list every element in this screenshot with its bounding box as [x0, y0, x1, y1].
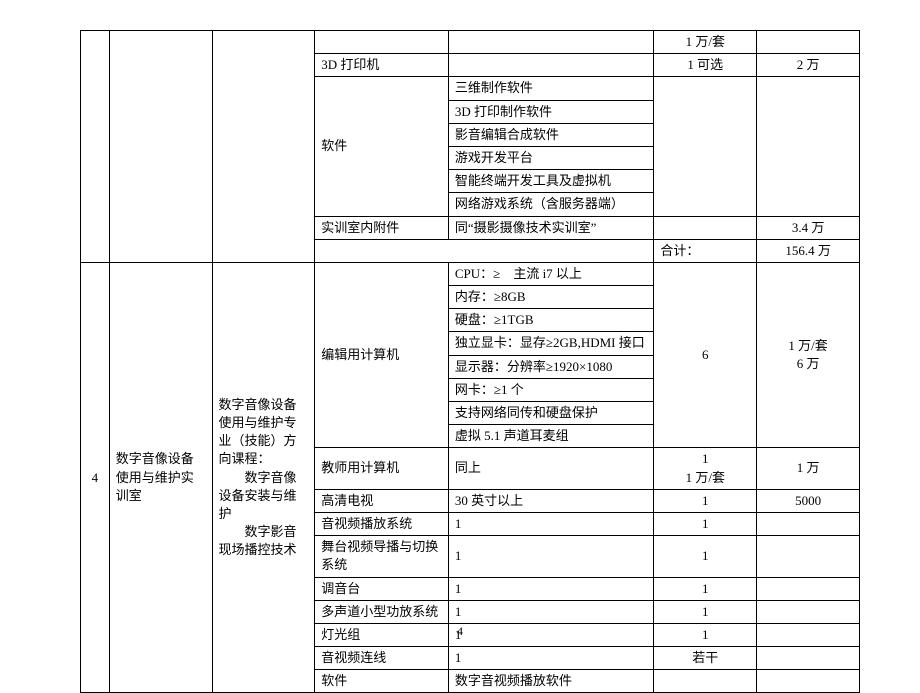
cell-value: 影音编辑合成软件 [448, 123, 654, 146]
cell-value: 1 [448, 647, 654, 670]
edit-pc-label: 编辑用计算机 [315, 262, 449, 448]
cell-value: 舞台视频导播与切换系统 [315, 536, 449, 577]
cell-value: 若干 [654, 647, 757, 670]
cell-value: 1 万/套 6 万 [757, 262, 860, 448]
equipment-table: 1 万/套 3D 打印机 1 可选 2 万 软件 三维制作软件 3D 打印制作软… [80, 30, 860, 693]
cell-value: CPU：≥ 主流 i7 以上 [448, 262, 654, 285]
cell-value: 音视频连线 [315, 647, 449, 670]
cell-value [654, 216, 757, 239]
table-row: 4 数字音像设备使用与维护实训室 数字音像设备使用与维护专业（技能）方向课程： … [81, 262, 860, 285]
cell-value: 5000 [757, 489, 860, 512]
cell-value: 教师用计算机 [315, 448, 449, 489]
cell-value: 2 万 [757, 54, 860, 77]
cell-value: 网卡：≥1 个 [448, 378, 654, 401]
cell-value [448, 54, 654, 77]
cell-value: 独立显卡：显存≥2GB,HDMI 接口 [448, 332, 654, 355]
subtotal-label: 合计： [654, 239, 757, 262]
cell-value [757, 577, 860, 600]
cell-value: 显示器：分辨率≥1920×1080 [448, 355, 654, 378]
cell-value: 1 [448, 600, 654, 623]
software-label: 软件 [315, 77, 449, 216]
cell-value: 数字音视频播放软件 [448, 670, 654, 693]
cell-value: 同“摄影摄像技术实训室” [448, 216, 654, 239]
cell-value [757, 512, 860, 535]
cell-value: 30 英寸以上 [448, 489, 654, 512]
cell-value: 1 万 [757, 448, 860, 489]
cell-value: 1 [448, 536, 654, 577]
cell-value [757, 31, 860, 54]
cell-value: 3D 打印机 [315, 54, 449, 77]
cell-value: 内存：≥8GB [448, 286, 654, 309]
cell-value [757, 536, 860, 577]
cell-value: 1 可选 [654, 54, 757, 77]
cell-value [757, 670, 860, 693]
cell-value: 1 [654, 600, 757, 623]
table-row: 1 万/套 [81, 31, 860, 54]
cell-value [757, 647, 860, 670]
cell-value: 1 [448, 512, 654, 535]
cell-value: 多声道小型功放系统 [315, 600, 449, 623]
cell-value: 三维制作软件 [448, 77, 654, 100]
cell-value: 1 万/套 [654, 31, 757, 54]
cell-value: 网络游戏系统（含服务器端） [448, 193, 654, 216]
cell-value: 智能终端开发工具及虚拟机 [448, 170, 654, 193]
cell-value: 支持网络同传和硬盘保护 [448, 402, 654, 425]
cell-value [654, 670, 757, 693]
cell-value: 虚拟 5.1 声道耳麦组 [448, 425, 654, 448]
cell-value: 调音台 [315, 577, 449, 600]
cell-value: 软件 [315, 670, 449, 693]
cell-value: 硬盘：≥1TGB [448, 309, 654, 332]
cell-value: 3D 打印制作软件 [448, 100, 654, 123]
cell-value: 同上 [448, 448, 654, 489]
cell-value: 1 [654, 536, 757, 577]
cell-value: 3.4 万 [757, 216, 860, 239]
cell-value: 1 [448, 577, 654, 600]
cell-value: 实训室内附件 [315, 216, 449, 239]
cell-value: 1 1 万/套 [654, 448, 757, 489]
cell-value: 1 [654, 489, 757, 512]
cell-value: 音视频播放系统 [315, 512, 449, 535]
cell-value [757, 600, 860, 623]
cell-value: 1 [654, 512, 757, 535]
cell-value: 6 [654, 262, 757, 448]
cell-value: 1 [654, 577, 757, 600]
subtotal-value: 156.4 万 [757, 239, 860, 262]
cell-value: 高清电视 [315, 489, 449, 512]
cell-value: 游戏开发平台 [448, 146, 654, 169]
page-number: 4 [0, 624, 920, 639]
